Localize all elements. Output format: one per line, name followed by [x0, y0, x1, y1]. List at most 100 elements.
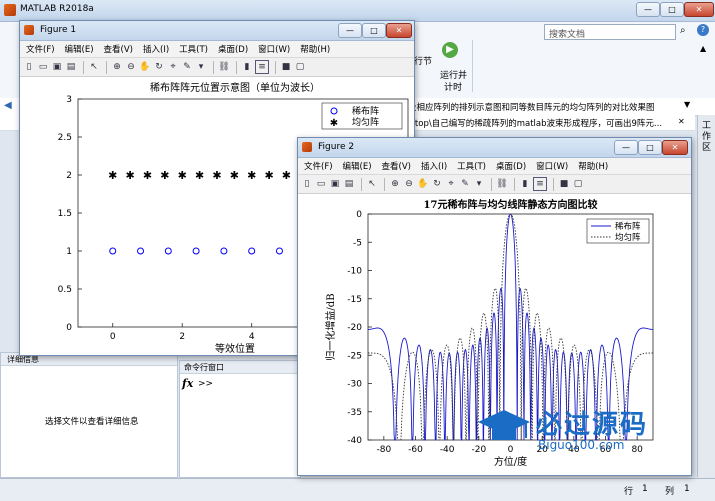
- fig2-menu-file[interactable]: 文件(F): [304, 160, 333, 172]
- colorbar-icon[interactable]: ▮: [241, 61, 253, 73]
- brush-dropdown-icon[interactable]: ▾: [195, 61, 207, 73]
- fig2-menu-help[interactable]: 帮助(H): [578, 160, 608, 172]
- workspace-side-tab[interactable]: 工作区: [697, 115, 715, 477]
- uniform-element-marker: ✱: [108, 169, 117, 182]
- status-col-label: 列: [665, 487, 675, 497]
- show-tools-icon[interactable]: ▢: [294, 61, 306, 73]
- fig2-brush-dropdown-icon[interactable]: ▾: [473, 178, 485, 190]
- ribbon-separator: [472, 40, 473, 92]
- open-icon[interactable]: ▭: [37, 61, 49, 73]
- fig2-zoom-out-icon[interactable]: ⊖: [403, 178, 415, 190]
- close-button[interactable]: ✕: [684, 2, 714, 17]
- function-browser-icon[interactable]: fx: [182, 377, 193, 390]
- figure-2-titlebar[interactable]: Figure 2 — □ ✕: [298, 138, 691, 158]
- save-icon[interactable]: ▣: [51, 61, 63, 73]
- run-advance-label-2[interactable]: 计时: [444, 80, 462, 93]
- figure-1-minimize-button[interactable]: —: [338, 23, 362, 38]
- fig2-menu-edit[interactable]: 编辑(E): [343, 160, 372, 172]
- details-hint: 选择文件以查看详细信息: [45, 417, 139, 427]
- fig2-rotate-icon[interactable]: ↻: [431, 178, 443, 190]
- status-row-value: 1: [642, 484, 648, 494]
- rotate-icon[interactable]: ↻: [153, 61, 165, 73]
- fig2-new-figure-icon[interactable]: ▯: [301, 178, 313, 190]
- hide-tools-icon[interactable]: ■: [280, 61, 292, 73]
- editor-line-text: ktop\自己编写的稀疏阵列的matlab波束形成程序，可画出9阵元...: [410, 119, 663, 129]
- y-tick-label: -15: [347, 295, 362, 305]
- fig2-open-icon[interactable]: ▭: [315, 178, 327, 190]
- search-icon[interactable]: ⌕: [680, 25, 686, 36]
- zoom-in-icon[interactable]: ⊕: [111, 61, 123, 73]
- figure-1-toolbar: ▯ ▭ ▣ ▤ ↖ ⊕ ⊖ ✋ ↻ ⌖ ✎ ▾ ⛓ ▮ ≡ ■ ▢: [20, 58, 414, 77]
- menu-view[interactable]: 查看(V): [104, 43, 133, 55]
- status-bar: 行 1 列 1: [0, 478, 715, 501]
- uniform-element-marker: ✱: [230, 169, 239, 182]
- menu-insert[interactable]: 插入(I): [143, 43, 169, 55]
- figure-2-close-button[interactable]: ✕: [662, 140, 688, 155]
- ribbon-collapse-icon[interactable]: ▲: [700, 44, 706, 53]
- menu-desktop[interactable]: 桌面(D): [218, 43, 248, 55]
- fig2-pointer-icon[interactable]: ↖: [366, 178, 378, 190]
- fig2-menu-insert[interactable]: 插入(I): [421, 160, 447, 172]
- help-icon[interactable]: ?: [697, 24, 709, 36]
- figure-2-icon: [302, 142, 312, 152]
- y-tick-label: 1.5: [58, 209, 72, 219]
- fig2-menu-window[interactable]: 窗口(W): [536, 160, 568, 172]
- fig2-menu-tools[interactable]: 工具(T): [457, 160, 486, 172]
- command-prompt[interactable]: >>: [198, 379, 213, 389]
- link-icon[interactable]: ⛓: [218, 61, 230, 73]
- pointer-icon[interactable]: ↖: [88, 61, 100, 73]
- fig2-save-icon[interactable]: ▣: [329, 178, 341, 190]
- fig2-print-icon[interactable]: ▤: [343, 178, 355, 190]
- fig2-brush-icon[interactable]: ✎: [459, 178, 471, 190]
- minimize-button[interactable]: —: [636, 2, 660, 17]
- search-input[interactable]: 搜索文档: [549, 27, 585, 40]
- y-tick-label: 2.5: [58, 133, 72, 143]
- search-box[interactable]: 搜索文档: [544, 24, 676, 40]
- fig2-menu-desktop[interactable]: 桌面(D): [496, 160, 526, 172]
- fig2-hide-tools-icon[interactable]: ■: [558, 178, 570, 190]
- figure-1-titlebar[interactable]: Figure 1 — □ ✕: [20, 21, 414, 41]
- editor-panel-close-icon[interactable]: ✕: [678, 117, 685, 126]
- workspace-tab-label[interactable]: 工作区: [702, 121, 712, 154]
- x-tick-label: 0: [110, 332, 116, 342]
- details-panel: 详细信息 选择文件以查看详细信息: [0, 352, 178, 478]
- legend-icon[interactable]: ≡: [255, 60, 269, 74]
- new-figure-icon[interactable]: ▯: [23, 61, 35, 73]
- pan-icon[interactable]: ✋: [139, 61, 151, 73]
- data-cursor-icon[interactable]: ⌖: [167, 61, 179, 73]
- figure-2-maximize-button[interactable]: □: [638, 140, 662, 155]
- fig2-zoom-in-icon[interactable]: ⊕: [389, 178, 401, 190]
- menu-tools[interactable]: 工具(T): [179, 43, 208, 55]
- command-window-header: 命令行窗口: [180, 361, 300, 374]
- y-tick-label: -20: [347, 323, 362, 333]
- figure-2-toolbar: ▯ ▭ ▣ ▤ ↖ ⊕ ⊖ ✋ ↻ ⌖ ✎ ▾ ⛓ ▮ ≡ ■ ▢: [298, 175, 691, 194]
- back-arrow-icon[interactable]: ◀: [4, 100, 12, 111]
- command-window[interactable]: 命令行窗口 fx >>: [179, 360, 301, 478]
- zoom-out-icon[interactable]: ⊖: [125, 61, 137, 73]
- legend-label-sparse: 稀布阵: [615, 221, 641, 232]
- address-dropdown-icon[interactable]: ▼: [684, 100, 690, 109]
- brush-icon[interactable]: ✎: [181, 61, 193, 73]
- fig2-legend-icon[interactable]: ≡: [533, 177, 547, 191]
- x-tick-label: 2: [179, 332, 185, 342]
- uniform-element-marker: ✱: [247, 169, 256, 182]
- print-icon[interactable]: ▤: [65, 61, 77, 73]
- fig2-link-icon[interactable]: ⛓: [496, 178, 508, 190]
- maximize-button[interactable]: □: [660, 2, 684, 17]
- y-tick-label: 3: [66, 95, 72, 105]
- fig2-menu-view[interactable]: 查看(V): [382, 160, 411, 172]
- fig2-show-tools-icon[interactable]: ▢: [572, 178, 584, 190]
- menu-window[interactable]: 窗口(W): [258, 43, 290, 55]
- x-axis-label: 方位/度: [494, 455, 527, 468]
- figure-1-maximize-button[interactable]: □: [362, 23, 386, 38]
- figure-2-minimize-button[interactable]: —: [614, 140, 638, 155]
- fig2-data-cursor-icon[interactable]: ⌖: [445, 178, 457, 190]
- menu-file[interactable]: 文件(F): [26, 43, 55, 55]
- menu-help[interactable]: 帮助(H): [300, 43, 330, 55]
- y-tick-label: -25: [347, 351, 362, 361]
- figure-1-close-button[interactable]: ✕: [386, 23, 412, 38]
- run-advance-icon[interactable]: ▶: [442, 42, 458, 58]
- fig2-pan-icon[interactable]: ✋: [417, 178, 429, 190]
- fig2-colorbar-icon[interactable]: ▮: [519, 178, 531, 190]
- menu-edit[interactable]: 编辑(E): [65, 43, 94, 55]
